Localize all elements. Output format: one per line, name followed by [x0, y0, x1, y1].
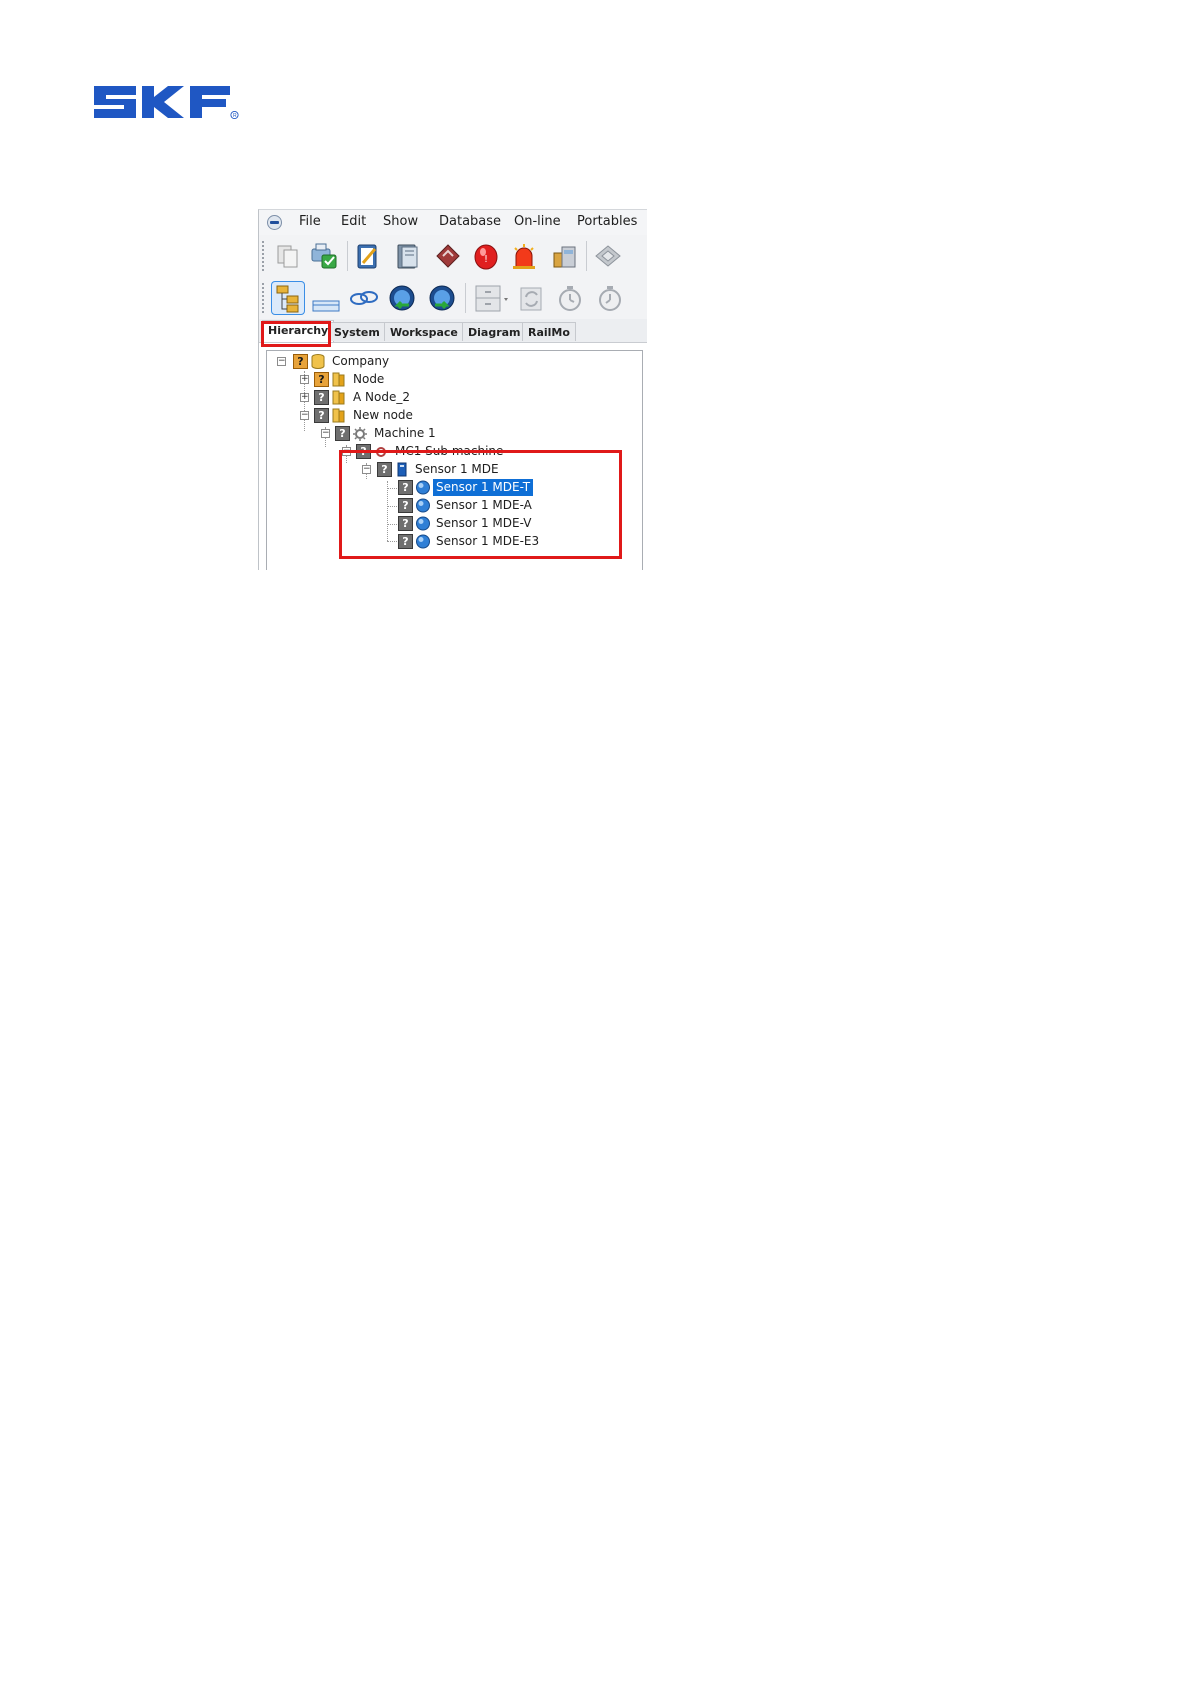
toolbar-bottom	[259, 277, 647, 319]
forward-arrow-icon[interactable]	[427, 283, 457, 313]
menu-online[interactable]: On-line	[514, 214, 561, 229]
status-unknown-icon: ?	[398, 498, 413, 513]
tree-item-a-node-2[interactable]: + ? A Node_2	[267, 389, 637, 406]
database-icon	[311, 354, 325, 369]
tree-item-sensor-1-mde-t[interactable]: ? Sensor 1 MDE-T	[267, 479, 637, 496]
status-unknown-icon: ?	[314, 372, 329, 387]
tree-item-company[interactable]: − ? Company	[267, 353, 637, 370]
tab-system[interactable]: System	[328, 322, 386, 341]
tree-item-sensor-1-mde-a[interactable]: ? Sensor 1 MDE-A	[267, 497, 637, 514]
tab-hierarchy[interactable]: Hierarchy	[262, 320, 335, 342]
tree-item-label: Sensor 1 MDE	[415, 462, 499, 476]
status-unknown-icon: ?	[356, 444, 371, 459]
folder-book-icon	[332, 372, 345, 387]
save-check-icon[interactable]	[309, 241, 339, 271]
tree-item-sensor-1-mde-v[interactable]: ? Sensor 1 MDE-V	[267, 515, 637, 532]
menu-bar: File Edit Show Database On-line Portable…	[259, 210, 647, 235]
tree-item-sensor-1-mde-e3[interactable]: ? Sensor 1 MDE-E3	[267, 533, 637, 550]
menu-file[interactable]: File	[299, 214, 321, 229]
tree-item-label: Node	[353, 372, 385, 386]
collapse-icon[interactable]: −	[362, 465, 371, 474]
toolbar-top: !	[259, 235, 647, 277]
svg-text:!: !	[484, 254, 488, 265]
back-arrow-icon[interactable]	[387, 283, 417, 313]
software-screenshot: File Edit Show Database On-line Portable…	[258, 209, 647, 570]
hierarchy-icon[interactable]	[271, 281, 305, 315]
measurement-point-icon	[416, 498, 430, 513]
status-unknown-icon: ?	[398, 534, 413, 549]
tree-item-sensor-1-mde[interactable]: − ? Sensor 1 MDE	[267, 461, 637, 478]
notepad-icon[interactable]	[353, 241, 383, 271]
toolbar-grip[interactable]	[262, 241, 264, 271]
tab-workspace[interactable]: Workspace	[384, 322, 464, 341]
tab-diagram[interactable]: Diagram	[462, 322, 527, 341]
sensor-icon	[397, 462, 407, 477]
tree-item-label: Sensor 1 MDE-A	[436, 498, 532, 512]
measurement-point-icon	[416, 516, 430, 531]
status-unknown-icon: ?	[293, 354, 308, 369]
diamond-icon[interactable]	[593, 241, 623, 271]
tree-item-label: Sensor 1 MDE-V	[436, 516, 532, 530]
measurement-point-icon	[416, 480, 430, 495]
toolbar-separator	[586, 241, 587, 271]
status-unknown-icon: ?	[398, 480, 413, 495]
svg-text:R: R	[233, 113, 237, 119]
gear-machine-icon	[376, 447, 386, 457]
refresh-icon[interactable]	[517, 283, 547, 313]
siren-icon[interactable]	[509, 241, 539, 271]
panel-icon[interactable]	[311, 283, 341, 313]
package-icon[interactable]	[549, 241, 579, 271]
tree-item-node[interactable]: + ? Node	[267, 371, 637, 388]
book-icon[interactable]	[393, 241, 423, 271]
status-unknown-icon: ?	[314, 408, 329, 423]
menu-database[interactable]: Database	[439, 214, 501, 229]
collapse-icon[interactable]: −	[342, 447, 351, 456]
cabinet-icon[interactable]	[473, 283, 511, 313]
expand-icon[interactable]: +	[300, 375, 309, 384]
link-icon[interactable]	[349, 283, 379, 313]
status-unknown-icon: ?	[398, 516, 413, 531]
paperclip-icon[interactable]	[433, 241, 463, 271]
gear-machine-icon	[353, 427, 367, 441]
tree-item-label: New node	[353, 408, 413, 422]
tree-item-sub-machine[interactable]: − ? MC1 Sub machine	[267, 443, 637, 460]
folder-book-icon	[332, 408, 345, 423]
tab-railmo[interactable]: RailMo	[522, 322, 576, 341]
menu-show[interactable]: Show	[383, 214, 418, 229]
tree-item-machine-1[interactable]: − ? Machine 1	[267, 425, 637, 442]
tree-item-label: A Node_2	[353, 390, 410, 404]
measurement-point-icon	[416, 534, 430, 549]
collapse-icon[interactable]: −	[277, 357, 286, 366]
stopwatch-icon[interactable]	[555, 283, 585, 313]
collapse-icon[interactable]: −	[300, 411, 309, 420]
skf-logo: R	[94, 86, 239, 120]
tree-item-label: Sensor 1 MDE-T	[433, 479, 534, 496]
toolbar-separator	[347, 241, 348, 271]
folder-book-icon	[332, 390, 345, 405]
tree-item-label: MC1 Sub machine	[395, 444, 504, 458]
status-unknown-icon: ?	[314, 390, 329, 405]
menu-portables[interactable]: Portables	[577, 214, 637, 229]
status-unknown-icon: ?	[377, 462, 392, 477]
status-unknown-icon: ?	[335, 426, 350, 441]
tab-strip: Hierarchy System Workspace Diagram RailM…	[259, 319, 647, 343]
app-menu-icon[interactable]	[267, 215, 282, 230]
toolbar-grip[interactable]	[262, 283, 264, 313]
toolbar-separator	[465, 283, 466, 313]
tree-item-label: Machine 1	[374, 426, 436, 440]
menu-edit[interactable]: Edit	[341, 214, 366, 229]
red-alarm-icon[interactable]: !	[471, 241, 501, 271]
stopwatch-icon-2[interactable]	[595, 283, 625, 313]
hierarchy-tree: − ? Company + ? Node + ? A Node_2 − ? Ne…	[266, 350, 643, 570]
copy-icon[interactable]	[273, 241, 303, 271]
tree-item-label: Sensor 1 MDE-E3	[436, 534, 540, 548]
expand-icon[interactable]: +	[300, 393, 309, 402]
tree-item-label: Company	[332, 354, 390, 368]
collapse-icon[interactable]: −	[321, 429, 330, 438]
tree-item-new-node[interactable]: − ? New node	[267, 407, 637, 424]
